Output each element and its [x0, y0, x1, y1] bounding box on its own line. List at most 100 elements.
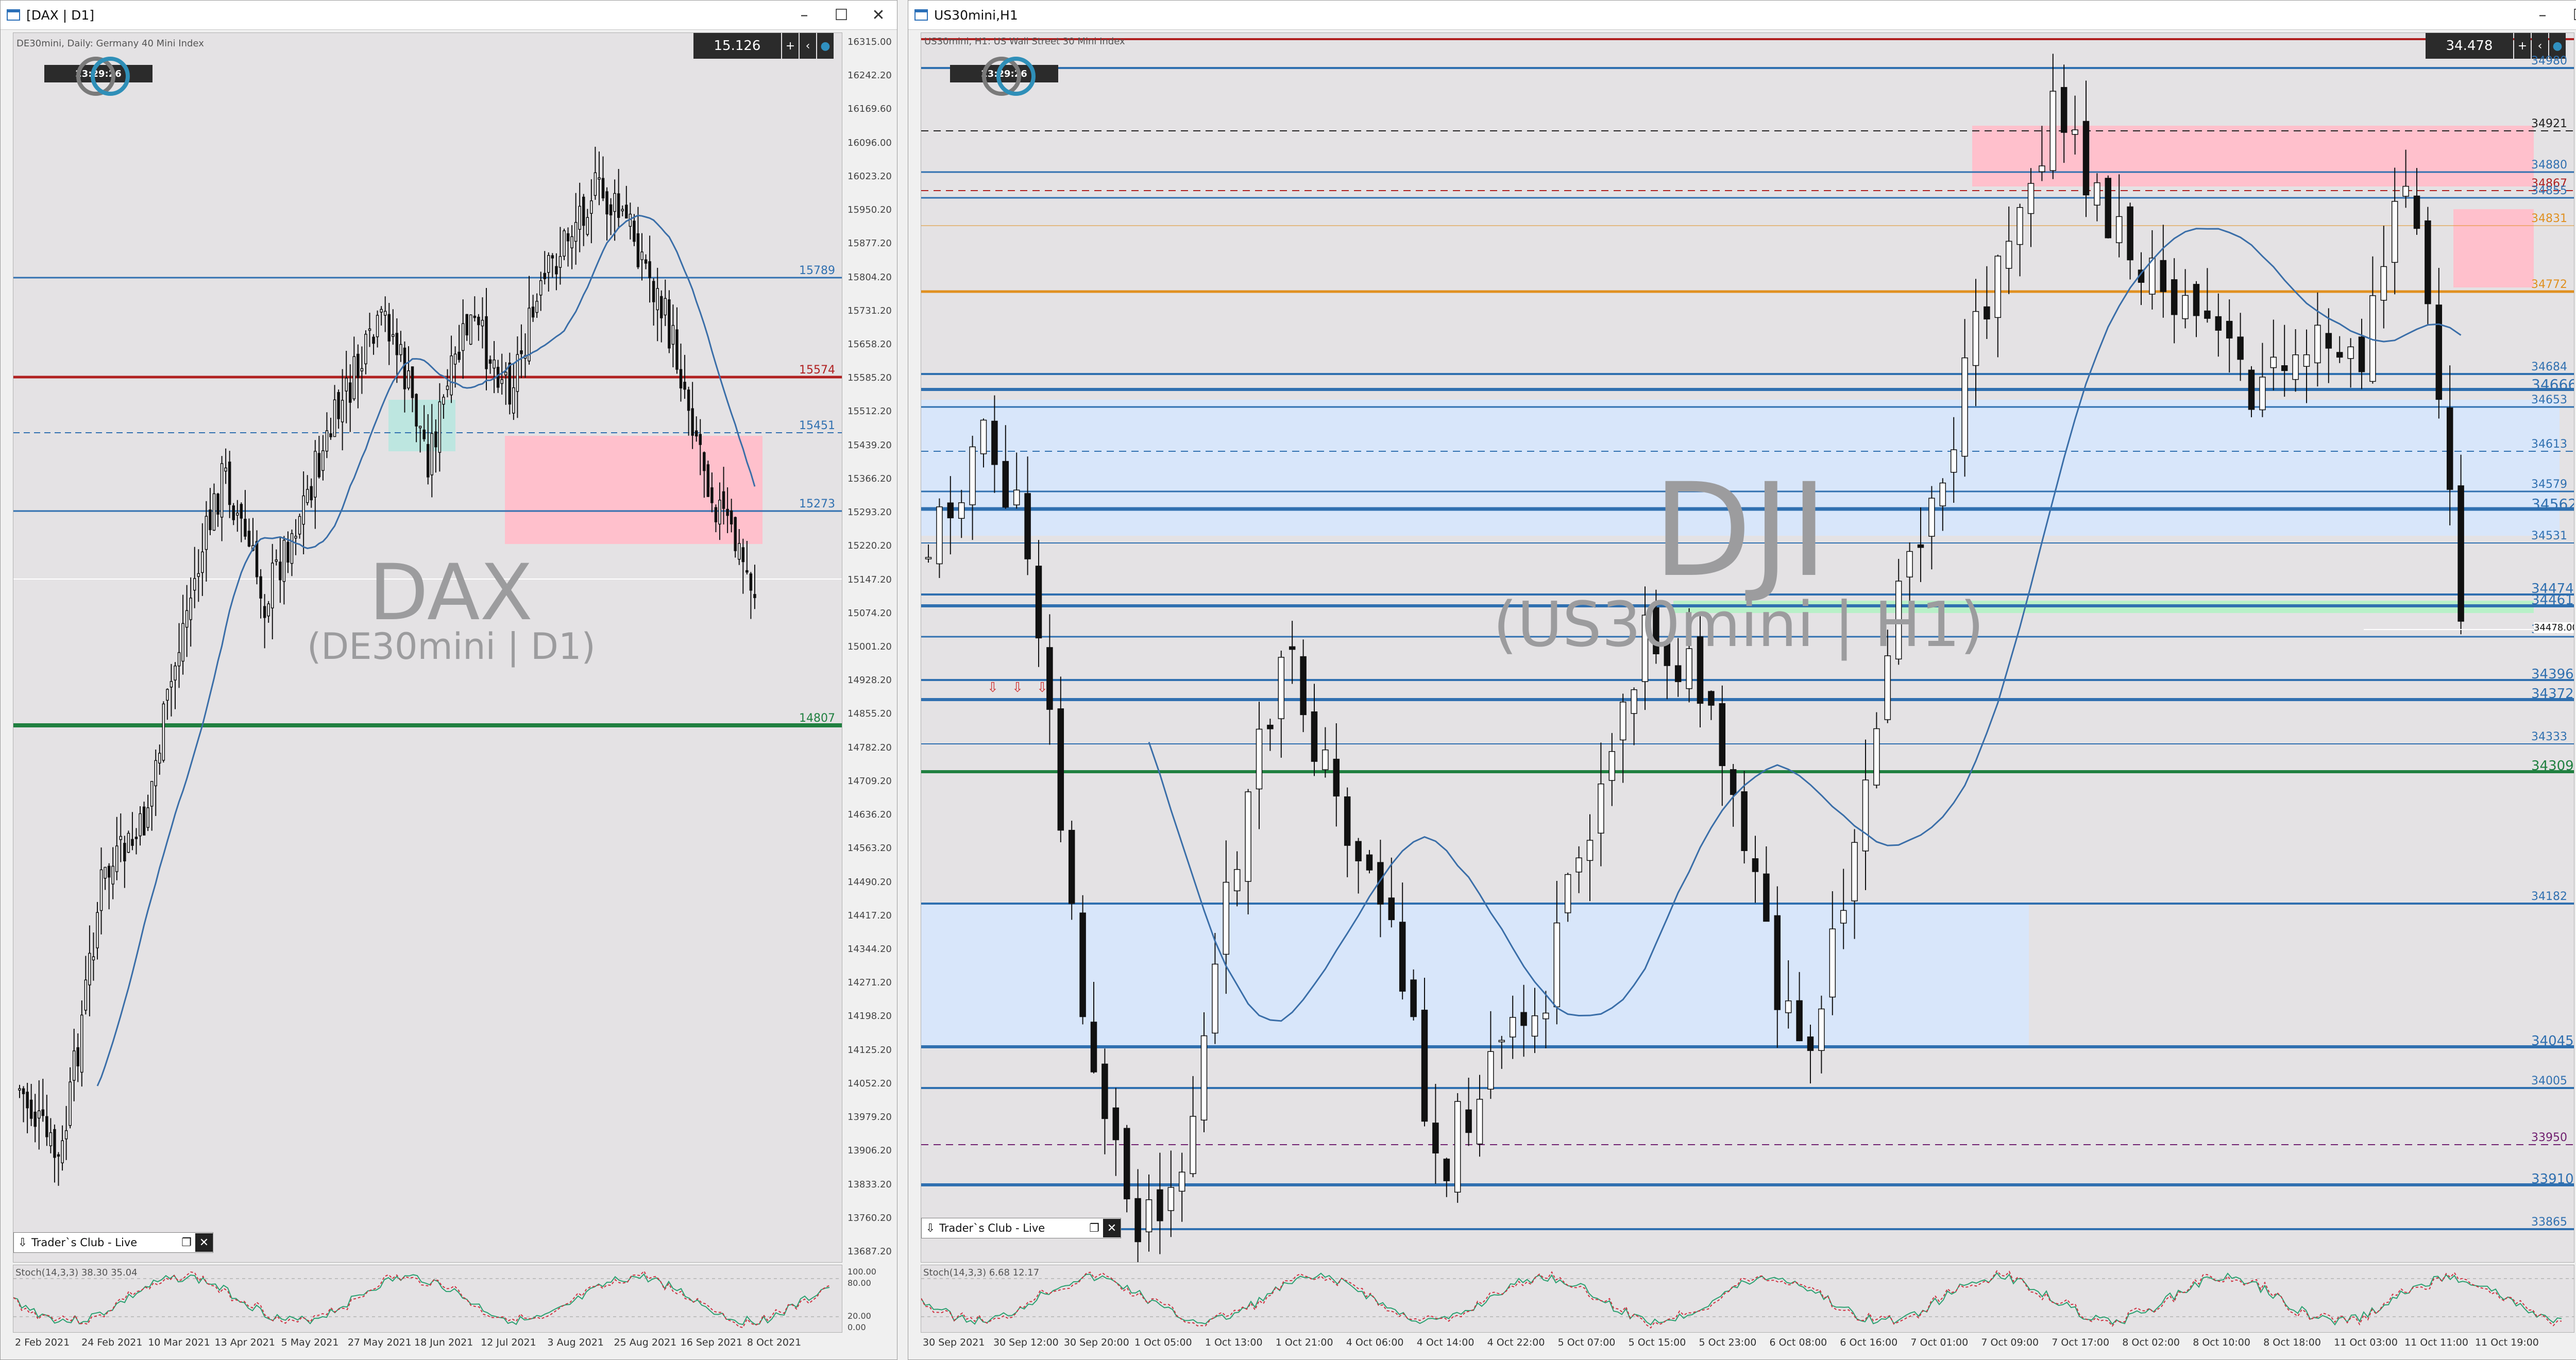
chart-header: DE30mini, Daily: Germany 40 Mini Index [16, 38, 204, 49]
spread-plus-button[interactable]: + [2514, 33, 2531, 59]
candle [282, 536, 286, 605]
spread-value: 34.478 [2426, 33, 2513, 59]
panel-restore-button[interactable]: ❐ [178, 1233, 195, 1252]
dax-stochastic-panel[interactable]: Stoch(14,3,3) 38.30 35.04 [13, 1265, 842, 1333]
maximize-button[interactable]: ☐ [823, 1, 860, 29]
candle [255, 530, 259, 585]
candle [598, 151, 601, 206]
price-tick-label: 13906.20 [848, 1145, 892, 1157]
candle [574, 193, 578, 265]
us30-price-chart[interactable]: US30mini, H1: US Wall Street 30 Mini Ind… [921, 32, 2574, 1263]
candle [298, 514, 301, 539]
us30-window-titlebar[interactable]: US30mini,H1 – ☐ ✕ [908, 1, 2576, 30]
candle [671, 304, 675, 367]
price-tick-label: 14125.20 [848, 1044, 892, 1056]
candle [228, 451, 231, 518]
candle [69, 1067, 72, 1129]
panel-close-button[interactable]: ✕ [1103, 1219, 1121, 1237]
spread-menu-button[interactable]: ‹ [800, 33, 816, 59]
supply-zone [2453, 209, 2534, 287]
minimize-button[interactable]: – [786, 1, 823, 29]
time-tick-label: 11 Oct 11:00 [2404, 1337, 2468, 1348]
candle [18, 1084, 21, 1098]
candle [115, 817, 118, 880]
candle [1631, 687, 1637, 745]
panel-restore-button[interactable]: ❐ [1086, 1219, 1103, 1237]
candle [2303, 329, 2310, 403]
candle [1256, 702, 1263, 829]
watermark-subtitle: (US30mini | H1) [1493, 589, 1985, 661]
sell-arrow-icon: ⇩ [1012, 680, 1023, 695]
spread-panel: 15.126 + ‹ ● [693, 33, 834, 59]
candle [76, 1033, 79, 1082]
candle [142, 802, 146, 836]
candle [660, 290, 663, 343]
level-label: 34980 [2531, 55, 2567, 67]
dax-price-chart[interactable]: DE30mini, Daily: Germany 40 Mini Index 2… [13, 32, 842, 1263]
candle [267, 601, 270, 623]
candle [1432, 1083, 1439, 1184]
candle [123, 836, 126, 888]
spread-plus-button[interactable]: + [782, 33, 799, 59]
time-tick-label: 4 Oct 22:00 [1487, 1337, 1545, 1348]
candle [2259, 343, 2266, 417]
candle [357, 344, 360, 409]
candle [271, 543, 274, 640]
candle [1278, 651, 1285, 758]
us30-stochastic-panel[interactable]: Stoch(14,3,3) 6.68 12.17 [921, 1265, 2574, 1333]
candle [407, 346, 410, 390]
candle [2182, 269, 2189, 329]
dax-window-titlebar[interactable]: [DAX | D1] – ☐ ✕ [1, 1, 897, 30]
candle [570, 225, 573, 269]
candle [563, 228, 566, 261]
candle [2005, 206, 2012, 294]
candle [1619, 693, 1626, 783]
dax-time-axis: 2 Feb 2021 24 Feb 2021 10 Mar 2021 13 Apr 2… [13, 1335, 842, 1350]
level-label: 34461 [2531, 592, 2574, 608]
dax-chart-window[interactable]: [DAX | D1] – ☐ ✕ DE30mini, Daily: German… [0, 0, 897, 1360]
us30-chart-window[interactable]: US30mini,H1 – ☐ ✕ US30mini, H1: US Wall … [908, 0, 2576, 1360]
minimize-button[interactable]: – [2524, 1, 2561, 29]
level-label: 34880 [2531, 159, 2567, 172]
time-tick-label: 1 Oct 13:00 [1205, 1337, 1263, 1348]
candle [1057, 676, 1064, 842]
candle [640, 233, 643, 281]
level-label: 14807 [799, 712, 835, 725]
traders-club-panel[interactable]: ⇩ Trader`s Club - Live ❐ ✕ [13, 1232, 213, 1253]
candle [131, 812, 134, 851]
candle [2248, 366, 2255, 417]
candle [1178, 1152, 1185, 1222]
chart-window-icon [7, 9, 20, 21]
candle [263, 594, 266, 649]
candle [2082, 80, 2090, 217]
price-tick-label: 15804.20 [848, 271, 892, 283]
candle [1443, 1158, 1450, 1197]
spread-toggle-icon[interactable]: ● [817, 33, 834, 59]
candle [166, 688, 169, 720]
candle [1586, 814, 1594, 902]
demand-zone [388, 400, 455, 451]
stoch-tick-label: 20.00 [848, 1311, 871, 1321]
candle [57, 1152, 60, 1186]
candle [259, 569, 262, 619]
stoch-main-line [921, 1272, 2562, 1326]
maximize-button[interactable]: ☐ [2561, 1, 2576, 29]
close-button[interactable]: ✕ [860, 1, 897, 29]
time-tick-label: 8 Oct 18:00 [2263, 1337, 2321, 1348]
candle [481, 297, 484, 349]
time-tick-label: 11 Oct 19:00 [2475, 1337, 2539, 1348]
candle [193, 547, 196, 608]
candle [395, 318, 399, 383]
price-tick-label: 15074.20 [848, 607, 892, 619]
time-tick-label: 5 Oct 23:00 [1699, 1337, 1757, 1348]
us30-window-title: US30mini,H1 [934, 7, 1018, 23]
candle [2292, 329, 2299, 392]
price-tick-label: 16096.00 [848, 137, 892, 148]
panel-close-button[interactable]: ✕ [195, 1233, 213, 1252]
candle [1928, 486, 1935, 570]
price-tick-label: 15366.20 [848, 473, 892, 484]
traders-club-panel[interactable]: ⇩ Trader`s Club - Live ❐ ✕ [921, 1218, 1121, 1238]
spread-value: 15.126 [693, 33, 781, 59]
candle [2115, 174, 2123, 258]
candle [251, 518, 255, 552]
